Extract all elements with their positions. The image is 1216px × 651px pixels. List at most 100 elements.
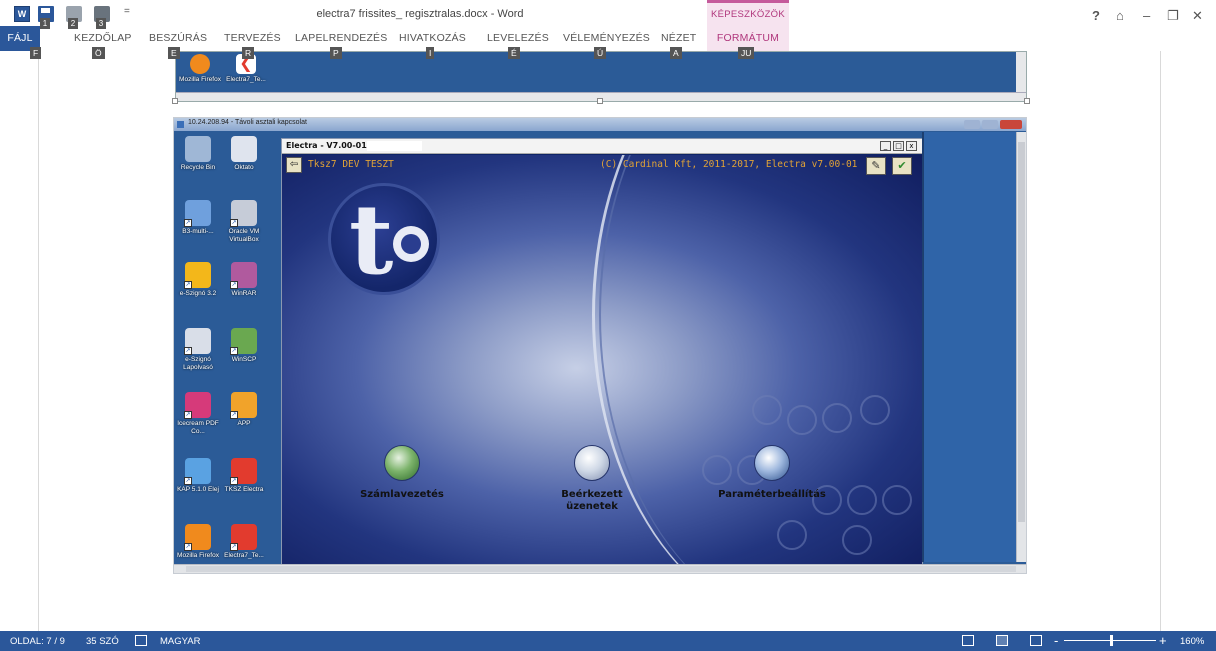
desktop-icon: ↗ KAP 5.1.0 Elej <box>176 458 220 508</box>
desktop-icon-label: Electra7_Te... <box>224 552 264 559</box>
proofing-icon[interactable] <box>135 635 147 646</box>
tab-home[interactable]: KEZDŐLAP <box>74 32 132 44</box>
firefox-icon <box>190 54 210 74</box>
keytip-6: É <box>508 47 520 59</box>
eszigno-icon: ↗ <box>184 262 211 289</box>
winscp-icon: ↗ <box>230 328 257 355</box>
desktop-icon: ↗ e-Szignó Lapolvasó <box>176 328 220 378</box>
shortcut-arrow-icon: ↗ <box>184 347 192 355</box>
menu-label: Paraméterbeállítás <box>718 489 826 500</box>
menu-label: Számlavezetés <box>360 489 444 500</box>
desktop-icon-label: e-Szignó 3.2 <box>179 290 217 297</box>
desktop-icon-label: WinRAR <box>231 290 257 297</box>
bubble-decoration <box>787 405 817 435</box>
rdp-vertical-scrollbar <box>1016 132 1026 562</box>
document-image-remote-desktop[interactable]: 10.24.208.94 - Távoli asztali kapcsolat … <box>173 117 1027 574</box>
tab-mailings[interactable]: LEVELEZÉS <box>487 32 549 44</box>
bubble-decoration <box>777 520 807 550</box>
spiral-icon <box>231 136 257 162</box>
desktop-icon-firefox-top: Mozilla Firefox <box>178 54 222 92</box>
zoom-level[interactable]: 160% <box>1180 636 1204 647</box>
desktop-icon-label: Mozilla Firefox <box>177 552 219 559</box>
desktop-icon: ↗ B3-multi-... <box>176 200 220 250</box>
winrar-icon: ↗ <box>230 262 257 289</box>
desktop-icon: ↗ Icecream PDF Co... <box>176 392 220 442</box>
electra-window: Electra - V7.00-01(15) - _ □ x ⇦ Tksz7 D… <box>281 138 923 566</box>
zoom-in-button[interactable]: + <box>1159 633 1167 648</box>
bubble-decoration <box>860 395 890 425</box>
menu-item-parameterbeallitas: Paraméterbeállítás <box>712 445 832 501</box>
electra-minimize-icon: _ <box>880 141 891 151</box>
keytip-1: Ö <box>92 47 105 59</box>
bubble-decoration <box>847 485 877 515</box>
tab-view[interactable]: NÉZET <box>661 32 696 44</box>
print-layout-icon[interactable] <box>996 635 1008 646</box>
rdp-minimize-icon <box>964 120 980 129</box>
shortcut-arrow-icon: ↗ <box>230 543 238 551</box>
top-image-vertical-scrollbar[interactable] <box>1016 52 1026 92</box>
menu-item-beerkezett-uzenetek: Beérkezett üzenetek <box>532 445 652 513</box>
tab-insert[interactable]: BESZÚRÁS <box>149 32 207 44</box>
accounts-icon <box>384 445 420 481</box>
keytip-7: Ú <box>594 47 607 59</box>
desktop-icon: ↗ TKSZ Electra <box>222 458 266 508</box>
minimize-button[interactable]: – <box>1143 8 1150 23</box>
resize-handle[interactable] <box>1024 98 1030 104</box>
desktop-icon: Recycle Bin <box>176 136 220 186</box>
electra-exit-button: ⇦ <box>286 157 302 173</box>
shortcut-arrow-icon: ↗ <box>184 219 192 227</box>
zoom-slider-thumb[interactable] <box>1110 635 1113 646</box>
read-mode-icon[interactable] <box>962 635 974 646</box>
desktop-icon-label: Electra7_Te... <box>226 76 266 83</box>
rdp-close-icon <box>1000 120 1022 129</box>
electra-maximize-icon: □ <box>893 141 904 151</box>
computer-icon: ↗ <box>184 200 211 227</box>
desktop-icon-label: TKSZ Electra <box>224 486 264 493</box>
bubble-decoration <box>882 485 912 515</box>
help-button[interactable]: ? <box>1092 8 1100 23</box>
resize-handle[interactable] <box>172 98 178 104</box>
resize-handle[interactable] <box>597 98 603 104</box>
firefox-icon: ↗ <box>184 524 211 551</box>
tab-design[interactable]: TERVEZÉS <box>224 32 281 44</box>
language[interactable]: MAGYAR <box>160 636 200 647</box>
menu-item-szamlavezetes: Számlavezetés <box>342 445 462 501</box>
word-count[interactable]: 35 SZÓ <box>86 636 119 647</box>
rdp-horizontal-scroll-thumb <box>186 566 1016 572</box>
close-button[interactable]: ✕ <box>1192 8 1203 24</box>
ribbon-display-options-button[interactable]: ⌂ <box>1116 8 1124 23</box>
tab-page-layout[interactable]: LAPELRENDEZÉS <box>295 32 387 44</box>
bubble-decoration <box>842 525 872 555</box>
keytip-5: I <box>426 47 435 59</box>
rdp-title-bar: 10.24.208.94 - Távoli asztali kapcsolat <box>174 118 1026 131</box>
desktop-icon-label: Oktato <box>234 164 254 171</box>
desktop-icon-label: KAP 5.1.0 Elej <box>177 486 219 493</box>
ribbon-tabs: FÁJL KEZDŐLAP BESZÚRÁS TERVEZÉS LAPELREN… <box>0 26 1216 51</box>
scanner-icon: ↗ <box>184 328 211 355</box>
shortcut-arrow-icon: ↗ <box>230 411 238 419</box>
keytip-0: F <box>30 47 42 59</box>
picture-tools-title: KÉPESZKÖZÖK <box>707 0 789 26</box>
tab-references[interactable]: HIVATKOZÁS <box>399 32 466 44</box>
rdp-horizontal-scrollbar <box>174 564 1026 573</box>
rdp-desktop-right <box>922 132 1016 562</box>
web-layout-icon[interactable] <box>1030 635 1042 646</box>
electra-icon: ↗ <box>230 458 257 485</box>
desktop-icon-label: Oracle VM VirtualBox <box>228 228 260 243</box>
pdf-icon: ↗ <box>184 392 211 419</box>
page-count[interactable]: OLDAL: 7 / 9 <box>10 636 65 647</box>
electra-title-bar: Electra - V7.00-01(15) - _ □ x <box>282 139 922 154</box>
bubble-decoration <box>822 403 852 433</box>
tab-review[interactable]: VÉLEMÉNYEZÉS <box>563 32 650 44</box>
electra-logo-swirl <box>393 226 429 262</box>
settings-icon <box>754 445 790 481</box>
zoom-out-button[interactable]: - <box>1054 633 1058 648</box>
keytip-2: E <box>168 47 180 59</box>
key-icon: ↗ <box>230 392 257 419</box>
desktop-icon-label: Icecream PDF Co... <box>177 420 219 435</box>
desktop-icon: Oktato <box>222 136 266 186</box>
restore-button[interactable]: ❐ <box>1167 8 1179 24</box>
shortcut-arrow-icon: ↗ <box>230 477 238 485</box>
desktop-icon: ↗ Oracle VM VirtualBox <box>222 200 266 250</box>
electra-title-redacted <box>367 141 422 151</box>
